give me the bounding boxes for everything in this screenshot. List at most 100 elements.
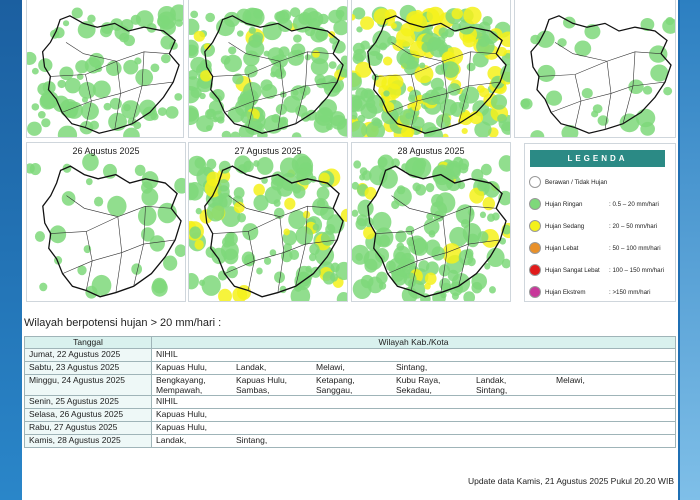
rain-cell [320, 230, 335, 246]
rain-cell [157, 107, 167, 116]
rain-cell [236, 30, 244, 37]
rain-cell [441, 61, 460, 78]
rain-cell [463, 291, 476, 301]
rain-cell [107, 195, 127, 217]
rain-cell [640, 121, 655, 136]
kalbar-map [352, 154, 510, 301]
kalbar-map [520, 15, 675, 137]
rain-cell [123, 103, 131, 112]
rain-cell [78, 81, 96, 99]
forecast-map-panel [351, 0, 511, 138]
legend-range: : 20 – 50 mm/hari [609, 223, 658, 230]
region-name: Kapuas Hulu, [156, 422, 208, 432]
rain-cell [59, 99, 79, 118]
rain-cell [224, 231, 238, 247]
legend-swatch [529, 264, 541, 276]
rain-cell [157, 202, 177, 224]
rain-cell [424, 272, 437, 285]
rain-cell [304, 54, 312, 61]
district-border [62, 260, 93, 274]
region-name: Melawi, [316, 362, 345, 372]
forecast-map-panel: 26 Agustus 2025 [26, 142, 186, 302]
rain-cell [256, 267, 263, 275]
forecast-map-panel: 27 Agustus 2025 [188, 142, 348, 302]
rain-cell [273, 199, 281, 207]
rain-cell [31, 103, 40, 111]
rain-cell [61, 191, 76, 206]
table-row: Sabtu, 23 Agustus 2025 Kapuas Hulu, Landak… [24, 361, 676, 375]
rain-cell [419, 62, 426, 69]
rain-cell [201, 275, 221, 296]
rain-cell [194, 239, 204, 250]
region-name: NIHIL [156, 396, 178, 406]
rain-cell [591, 110, 599, 118]
rain-cell [461, 86, 480, 104]
rain-cell [451, 8, 463, 20]
row-date: Rabu, 27 Agustus 2025 [24, 421, 152, 435]
rain-cell [412, 182, 421, 192]
rain-cell [263, 257, 272, 265]
rain-cell [253, 8, 264, 19]
district-border [538, 51, 662, 77]
forecast-sheet: 26 Agustus 2025 27 Agustus 2025 28 Agustus… [22, 0, 678, 500]
rain-cell [41, 118, 51, 128]
legend-label: Hujan Ringan [545, 201, 583, 208]
legend-title: LEGENDA [530, 150, 665, 167]
region-name: Sambas, [236, 385, 270, 395]
region-name: Mempawah, [156, 385, 203, 395]
rain-cell [302, 210, 311, 219]
rain-cell [425, 183, 435, 193]
district-border [85, 231, 93, 291]
district-border [115, 216, 123, 293]
rain-cell [407, 94, 417, 103]
rain-cell [49, 225, 67, 244]
rain-cell [316, 198, 326, 209]
rain-cell [574, 40, 592, 57]
rain-cell [293, 34, 302, 43]
region-name: Landak, [236, 362, 267, 372]
rain-cell [423, 218, 440, 236]
rain-cell [545, 90, 563, 106]
region-name: Sekadau, [396, 385, 432, 395]
row-regions: NIHIL [151, 395, 676, 409]
rain-cell [352, 181, 360, 190]
rain-cell [174, 244, 185, 257]
rain-cell [479, 211, 487, 219]
rain-cell [256, 157, 274, 175]
rain-cell [352, 209, 359, 217]
region-name: Sanggau, [316, 385, 353, 395]
rain-cell [352, 42, 365, 55]
rain-cell [466, 62, 476, 72]
table-header-row: Tanggal Wilayah Kab./Kota [24, 336, 676, 349]
row-date: Kamis, 28 Agustus 2025 [24, 434, 152, 448]
table-row: Minggu, 24 Agustus 2025 Bengkayang, Kapuas… [24, 374, 676, 396]
rain-cell [314, 74, 326, 85]
row-regions: Landak, Sintang, [151, 434, 676, 448]
rain-cell [520, 98, 533, 110]
rain-cell [393, 245, 412, 265]
legend-swatch [529, 286, 541, 298]
region-name: Kapuas Hulu, [156, 409, 208, 419]
rain-cell [243, 160, 254, 173]
rain-cell [478, 21, 491, 34]
rain-cell [270, 177, 284, 191]
rain-cell [189, 273, 199, 290]
table-row: Selasa, 26 Agustus 2025 Kapuas Hulu, [24, 408, 676, 422]
rain-cell [38, 58, 53, 73]
rain-cell [371, 117, 381, 127]
rain-cell [80, 102, 99, 120]
region-name: Kubu Raya, [396, 375, 441, 385]
rain-cell [405, 112, 412, 119]
rain-cell [190, 10, 199, 19]
row-regions: Kapuas Hulu, Landak, Melawi, Sintang, [151, 361, 676, 375]
rain-cell [189, 226, 202, 239]
rain-cell [326, 123, 333, 131]
rain-cell [441, 32, 448, 39]
legend-label: Hujan Sedang [545, 223, 585, 230]
region-name: Kapuas Hulu, [156, 362, 208, 372]
rain-cell [462, 34, 477, 48]
forecast-map-panel: 28 Agustus 2025 [351, 142, 511, 302]
district-border [574, 74, 582, 128]
left-decor-band [0, 0, 22, 500]
legend-range: : 50 – 100 mm/hari [609, 245, 661, 252]
